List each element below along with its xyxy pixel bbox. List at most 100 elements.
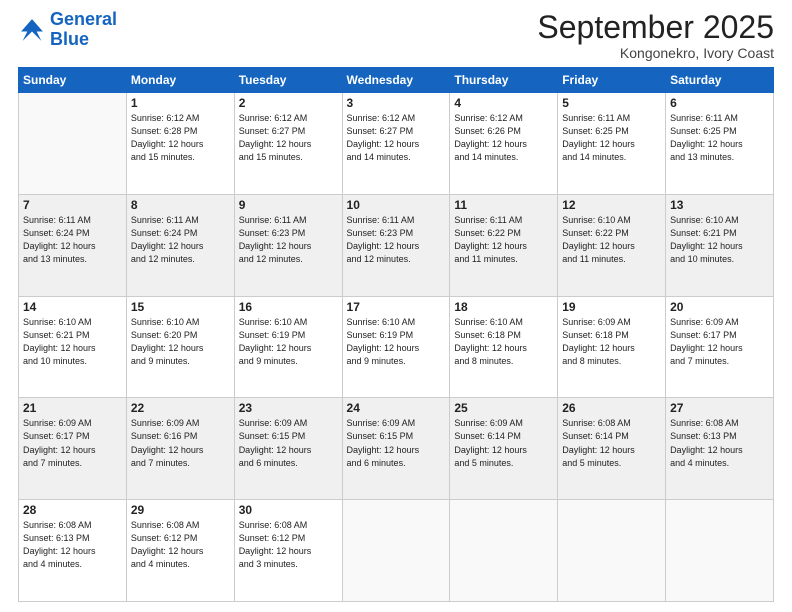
calendar-cell: 17Sunrise: 6:10 AM Sunset: 6:19 PM Dayli… [342,296,450,398]
day-number: 11 [454,198,553,212]
day-info: Sunrise: 6:10 AM Sunset: 6:19 PM Dayligh… [239,316,338,368]
day-number: 3 [347,96,446,110]
calendar-cell: 16 Sunrise: 6:10 AM Sunset: 6:19 PM Dayli… [234,296,342,398]
calendar-cell [558,500,666,602]
title-area: September 2025 Kongonekro, Ivory Coast [537,10,774,61]
calendar-week-row: 14Sunrise: 6:10 AM Sunset: 6:21 PM Dayli… [19,296,774,398]
day-info: Sunrise: 6:12 AM Sunset: 6:26 PM Dayligh… [454,112,553,164]
calendar-week-row: 28 Sunrise: 6:08 AM Sunset: 6:13 PM Dayli… [19,500,774,602]
day-number: 8 [131,198,230,212]
calendar-cell: 28 Sunrise: 6:08 AM Sunset: 6:13 PM Dayli… [19,500,127,602]
calendar-header-row: SundayMondayTuesdayWednesdayThursdayFrid… [19,68,774,93]
day-number: 4 [454,96,553,110]
day-info: Sunrise: 6:11 AM Sunset: 6:23 PM Dayligh… [239,214,338,266]
day-number: 14 [23,300,122,314]
day-number: 26 [562,401,661,415]
calendar-cell: 19 Sunrise: 6:09 AM Sunset: 6:18 PM Dayli… [558,296,666,398]
calendar-cell [666,500,774,602]
day-info: Sunrise: 6:12 AM Sunset: 6:28 PM Dayligh… [131,112,230,164]
calendar-table: SundayMondayTuesdayWednesdayThursdayFrid… [18,67,774,602]
day-info: Sunrise: 6:11 AM Sunset: 6:23 PM Dayligh… [347,214,446,266]
calendar-cell: 10Sunrise: 6:11 AM Sunset: 6:23 PM Dayli… [342,194,450,296]
day-number: 27 [670,401,769,415]
day-number: 17 [347,300,446,314]
calendar-cell: 7 Sunrise: 6:11 AM Sunset: 6:24 PM Daylig… [19,194,127,296]
calendar-cell: 15Sunrise: 6:10 AM Sunset: 6:20 PM Dayli… [126,296,234,398]
day-number: 29 [131,503,230,517]
calendar-header-sunday: Sunday [19,68,127,93]
logo-icon [18,16,46,44]
day-number: 13 [670,198,769,212]
day-number: 23 [239,401,338,415]
day-info: Sunrise: 6:10 AM Sunset: 6:18 PM Dayligh… [454,316,553,368]
day-number: 5 [562,96,661,110]
day-info: Sunrise: 6:08 AM Sunset: 6:13 PM Dayligh… [670,417,769,469]
day-number: 2 [239,96,338,110]
day-info: Sunrise: 6:09 AM Sunset: 6:17 PM Dayligh… [23,417,122,469]
day-number: 18 [454,300,553,314]
day-number: 9 [239,198,338,212]
calendar-week-row: 7 Sunrise: 6:11 AM Sunset: 6:24 PM Daylig… [19,194,774,296]
day-number: 12 [562,198,661,212]
calendar-cell: 21Sunrise: 6:09 AM Sunset: 6:17 PM Dayli… [19,398,127,500]
day-info: Sunrise: 6:09 AM Sunset: 6:18 PM Dayligh… [562,316,661,368]
day-info: Sunrise: 6:09 AM Sunset: 6:16 PM Dayligh… [131,417,230,469]
day-number: 16 [239,300,338,314]
day-info: Sunrise: 6:08 AM Sunset: 6:12 PM Dayligh… [239,519,338,571]
calendar-header-wednesday: Wednesday [342,68,450,93]
day-number: 28 [23,503,122,517]
calendar-header-saturday: Saturday [666,68,774,93]
calendar-header-thursday: Thursday [450,68,558,93]
day-info: Sunrise: 6:09 AM Sunset: 6:14 PM Dayligh… [454,417,553,469]
calendar-cell: 9 Sunrise: 6:11 AM Sunset: 6:23 PM Daylig… [234,194,342,296]
calendar-cell: 13 Sunrise: 6:10 AM Sunset: 6:21 PM Dayli… [666,194,774,296]
calendar-cell: 29 Sunrise: 6:08 AM Sunset: 6:12 PM Dayli… [126,500,234,602]
header: General Blue September 2025 Kongonekro, … [18,10,774,61]
calendar-cell: 3 Sunrise: 6:12 AM Sunset: 6:27 PM Daylig… [342,93,450,195]
calendar-cell: 18 Sunrise: 6:10 AM Sunset: 6:18 PM Dayli… [450,296,558,398]
calendar-cell: 26 Sunrise: 6:08 AM Sunset: 6:14 PM Dayli… [558,398,666,500]
day-number: 1 [131,96,230,110]
day-info: Sunrise: 6:10 AM Sunset: 6:22 PM Dayligh… [562,214,661,266]
day-info: Sunrise: 6:10 AM Sunset: 6:20 PM Dayligh… [131,316,230,368]
day-number: 24 [347,401,446,415]
day-info: Sunrise: 6:08 AM Sunset: 6:14 PM Dayligh… [562,417,661,469]
day-info: Sunrise: 6:11 AM Sunset: 6:22 PM Dayligh… [454,214,553,266]
calendar-cell: 4 Sunrise: 6:12 AM Sunset: 6:26 PM Daylig… [450,93,558,195]
day-info: Sunrise: 6:11 AM Sunset: 6:24 PM Dayligh… [23,214,122,266]
calendar-cell: 12 Sunrise: 6:10 AM Sunset: 6:22 PM Dayli… [558,194,666,296]
calendar-cell: 14Sunrise: 6:10 AM Sunset: 6:21 PM Dayli… [19,296,127,398]
day-number: 20 [670,300,769,314]
day-info: Sunrise: 6:09 AM Sunset: 6:17 PM Dayligh… [670,316,769,368]
day-number: 19 [562,300,661,314]
day-number: 25 [454,401,553,415]
calendar-cell: 8Sunrise: 6:11 AM Sunset: 6:24 PM Daylig… [126,194,234,296]
logo-line2: Blue [50,29,89,49]
calendar-cell: 23 Sunrise: 6:09 AM Sunset: 6:15 PM Dayli… [234,398,342,500]
calendar-cell: 30 Sunrise: 6:08 AM Sunset: 6:12 PM Dayli… [234,500,342,602]
day-info: Sunrise: 6:12 AM Sunset: 6:27 PM Dayligh… [347,112,446,164]
calendar-week-row: 21Sunrise: 6:09 AM Sunset: 6:17 PM Dayli… [19,398,774,500]
day-number: 30 [239,503,338,517]
logo-text: General Blue [50,10,117,50]
calendar-cell: 24Sunrise: 6:09 AM Sunset: 6:15 PM Dayli… [342,398,450,500]
logo-line1: General [50,9,117,29]
calendar-cell: 27 Sunrise: 6:08 AM Sunset: 6:13 PM Dayli… [666,398,774,500]
calendar-cell: 2Sunrise: 6:12 AM Sunset: 6:27 PM Daylig… [234,93,342,195]
calendar-cell: 1 Sunrise: 6:12 AM Sunset: 6:28 PM Daylig… [126,93,234,195]
calendar-cell [450,500,558,602]
page: General Blue September 2025 Kongonekro, … [0,0,792,612]
day-info: Sunrise: 6:09 AM Sunset: 6:15 PM Dayligh… [239,417,338,469]
day-info: Sunrise: 6:08 AM Sunset: 6:13 PM Dayligh… [23,519,122,571]
calendar-cell: 22Sunrise: 6:09 AM Sunset: 6:16 PM Dayli… [126,398,234,500]
calendar-cell: 6Sunrise: 6:11 AM Sunset: 6:25 PM Daylig… [666,93,774,195]
calendar-header-friday: Friday [558,68,666,93]
calendar-header-tuesday: Tuesday [234,68,342,93]
calendar-cell [19,93,127,195]
calendar-cell: 25 Sunrise: 6:09 AM Sunset: 6:14 PM Dayli… [450,398,558,500]
calendar-week-row: 1 Sunrise: 6:12 AM Sunset: 6:28 PM Daylig… [19,93,774,195]
day-info: Sunrise: 6:10 AM Sunset: 6:21 PM Dayligh… [670,214,769,266]
day-number: 7 [23,198,122,212]
day-info: Sunrise: 6:08 AM Sunset: 6:12 PM Dayligh… [131,519,230,571]
calendar-cell: 20 Sunrise: 6:09 AM Sunset: 6:17 PM Dayli… [666,296,774,398]
